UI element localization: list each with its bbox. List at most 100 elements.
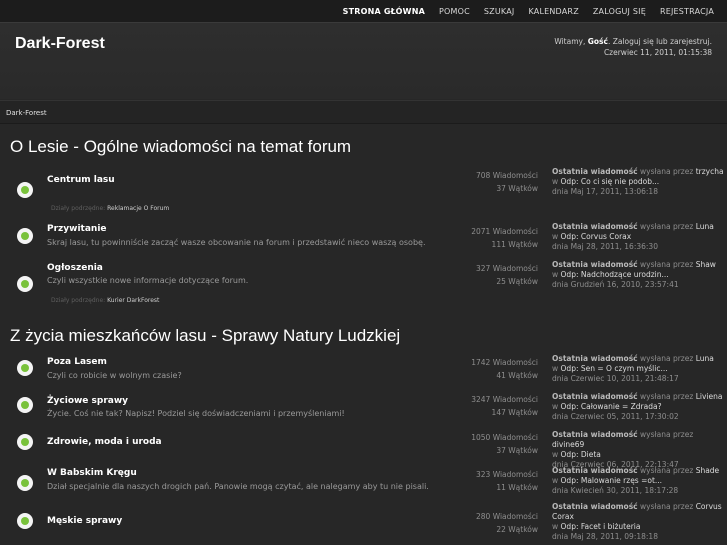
last-post: Ostatnia wiadomość wysłana przez Liviena… xyxy=(552,392,727,422)
last-post: Ostatnia wiadomość wysłana przez Corvus … xyxy=(552,502,727,542)
last-post-date: dnia Grudzień 16, 2010, 23:57:41 xyxy=(552,280,679,289)
site-title[interactable]: Dark-Forest xyxy=(15,35,105,53)
current-datetime: Czerwiec 11, 2011, 01:15:38 xyxy=(603,48,712,57)
board-stats: 1050 Wiadomości 37 Wątków xyxy=(440,431,538,457)
last-post-date: dnia Maj 28, 2011, 09:18:18 xyxy=(552,532,658,541)
last-post-in: w xyxy=(552,364,559,373)
last-post-in: w xyxy=(552,476,559,485)
board-description: Czyli wszystkie nowe informacje dotycząc… xyxy=(47,276,249,285)
nav-home[interactable]: STRONA GŁÓWNA xyxy=(336,7,432,17)
board-status-icon xyxy=(17,276,33,292)
board-stats: 280 Wiadomości 22 Wątków xyxy=(440,510,538,536)
board-description: Dział specjalnie dla naszych drogich pań… xyxy=(47,482,429,491)
last-post-user[interactable]: Liviena xyxy=(696,392,723,401)
last-post-topic[interactable]: Odp: Sen = O czym myślic... xyxy=(561,364,668,373)
child-boards-links[interactable]: Reklamacje O Forum xyxy=(107,205,169,212)
last-post-date: dnia Czerwiec 10, 2011, 21:48:17 xyxy=(552,374,679,383)
post-count: 3247 Wiadomości xyxy=(471,395,538,404)
nav-help[interactable]: POMOC xyxy=(432,7,477,17)
board-stats: 323 Wiadomości 11 Wątków xyxy=(440,468,538,494)
last-post-user[interactable]: Luna xyxy=(696,354,714,363)
nav-login[interactable]: ZALOGUJ SIĘ xyxy=(586,7,653,17)
last-post-label: Ostatnia wiadomość xyxy=(552,392,638,401)
board-status-icon xyxy=(17,434,33,450)
last-post-by: wysłana przez xyxy=(640,392,694,401)
board-status-icon xyxy=(17,182,33,198)
last-post-in: w xyxy=(552,177,559,186)
last-post-user[interactable]: trzycha xyxy=(696,167,724,176)
topic-count: 25 Wątków xyxy=(496,277,538,286)
board-status-icon xyxy=(17,228,33,244)
last-post-user[interactable]: Shade xyxy=(696,466,720,475)
topic-count: 41 Wątków xyxy=(496,371,538,380)
welcome-prefix: Witamy, xyxy=(554,37,588,46)
last-post-topic[interactable]: Odp: Co ci się nie podob... xyxy=(561,177,660,186)
guest-name: Gość xyxy=(587,37,608,46)
board-name[interactable]: Centrum lasu xyxy=(47,175,115,185)
last-post-label: Ostatnia wiadomość xyxy=(552,260,638,269)
post-count: 2071 Wiadomości xyxy=(471,227,538,236)
top-nav-bar: STRONA GŁÓWNA POMOC SZUKAJ KALENDARZ ZAL… xyxy=(0,0,727,23)
board-stats: 1742 Wiadomości 41 Wątków xyxy=(440,356,538,382)
last-post-user[interactable]: Luna xyxy=(696,222,714,231)
last-post-in: w xyxy=(552,402,559,411)
last-post-user[interactable]: Shaw xyxy=(696,260,716,269)
board-stats: 2071 Wiadomości 111 Wątków xyxy=(440,225,538,251)
welcome-text: Witamy, Gość. Zaloguj się lub zarejestru… xyxy=(554,36,712,47)
category-title[interactable]: Z życia mieszkańców lasu - Sprawy Natury… xyxy=(10,326,400,346)
welcome-box: Witamy, Gość. Zaloguj się lub zarejestru… xyxy=(554,36,712,58)
breadcrumb-bar: Dark-Forest xyxy=(0,100,727,124)
last-post-by: wysłana przez xyxy=(640,430,694,439)
child-boards: Działy podrzędne: Kurier DarkForest xyxy=(51,297,159,304)
last-post-label: Ostatnia wiadomość xyxy=(552,167,638,176)
last-post-label: Ostatnia wiadomość xyxy=(552,430,638,439)
nav-search[interactable]: SZUKAJ xyxy=(477,7,522,17)
board-status-icon xyxy=(17,360,33,376)
board-name[interactable]: Życiowe sprawy xyxy=(47,396,128,406)
last-post-in: w xyxy=(552,270,559,279)
last-post-in: w xyxy=(552,450,559,459)
board-name[interactable]: W Babskim Kręgu xyxy=(47,468,137,478)
last-post-date: dnia Maj 17, 2011, 13:06:18 xyxy=(552,187,658,196)
last-post: Ostatnia wiadomość wysłana przez Shade w… xyxy=(552,466,727,496)
last-post-label: Ostatnia wiadomość xyxy=(552,466,638,475)
board-name[interactable]: Męskie sprawy xyxy=(47,516,122,526)
topic-count: 22 Wątków xyxy=(496,525,538,534)
child-boards-links[interactable]: Kurier DarkForest xyxy=(107,297,159,304)
last-post-topic[interactable]: Odp: Całowanie = Zdrada? xyxy=(561,402,662,411)
category-title[interactable]: O Lesie - Ogólne wiadomości na temat for… xyxy=(10,137,351,157)
last-post: Ostatnia wiadomość wysłana przez Luna w … xyxy=(552,354,727,384)
post-count: 323 Wiadomości xyxy=(476,470,538,479)
nav-register[interactable]: REJESTRACJA xyxy=(653,7,721,17)
last-post-topic[interactable]: Odp: Corvus Corax xyxy=(561,232,632,241)
child-boards: Działy podrzędne: Reklamacje O Forum xyxy=(51,205,169,212)
last-post: Ostatnia wiadomość wysłana przez Shaw w … xyxy=(552,260,727,290)
last-post-topic[interactable]: Odp: Nadchodzące urodzin... xyxy=(561,270,669,279)
nav-calendar[interactable]: KALENDARZ xyxy=(521,7,585,17)
last-post-date: dnia Kwiecień 30, 2011, 18:17:28 xyxy=(552,486,679,495)
last-post-in: w xyxy=(552,232,559,241)
board-status-icon xyxy=(17,513,33,529)
login-register-text[interactable]: . Zaloguj się lub zarejestruj. xyxy=(608,37,712,46)
last-post-topic[interactable]: Odp: Malowanie rzęs =ot... xyxy=(561,476,663,485)
post-count: 708 Wiadomości xyxy=(476,171,538,180)
last-post-topic[interactable]: Odp: Dieta xyxy=(561,450,601,459)
board-name[interactable]: Zdrowie, moda i uroda xyxy=(47,437,162,447)
last-post-label: Ostatnia wiadomość xyxy=(552,222,638,231)
board-name[interactable]: Ogłoszenia xyxy=(47,263,103,273)
board-description: Czyli co robicie w wolnym czasie? xyxy=(47,371,182,380)
last-post-user[interactable]: divine69 xyxy=(552,440,584,449)
board-stats: 3247 Wiadomości 147 Wątków xyxy=(440,393,538,419)
breadcrumb[interactable]: Dark-Forest xyxy=(6,109,47,117)
board-name[interactable]: Przywitanie xyxy=(47,224,107,234)
last-post-date: dnia Czerwiec 05, 2011, 17:30:02 xyxy=(552,412,679,421)
last-post-topic[interactable]: Odp: Facet i biżuteria xyxy=(561,522,641,531)
last-post: Ostatnia wiadomość wysłana przez trzycha… xyxy=(552,167,727,197)
board-name[interactable]: Poza Lasem xyxy=(47,357,107,367)
post-count: 1050 Wiadomości xyxy=(471,433,538,442)
board-description: Życie. Coś nie tak? Napisz! Podziel się … xyxy=(47,409,345,418)
post-count: 280 Wiadomości xyxy=(476,512,538,521)
last-post-by: wysłana przez xyxy=(640,222,694,231)
topic-count: 11 Wątków xyxy=(496,483,538,492)
post-count: 327 Wiadomości xyxy=(476,264,538,273)
